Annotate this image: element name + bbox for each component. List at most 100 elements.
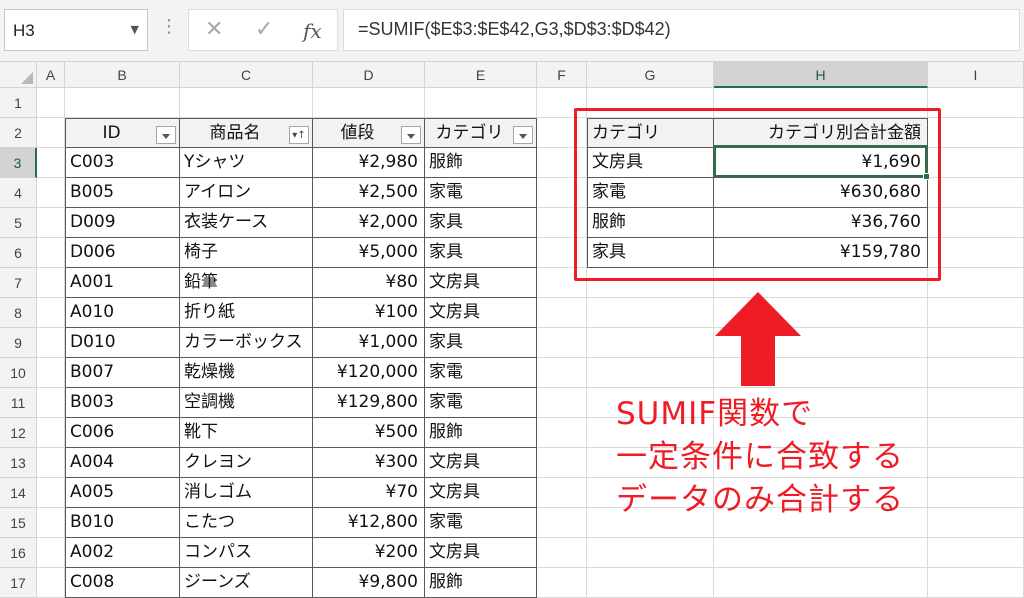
table-cell[interactable]: 文房具 [425, 268, 537, 298]
table-cell[interactable]: 文房具 [425, 448, 537, 478]
row-header-9[interactable]: 9 [0, 328, 37, 358]
grid-cell[interactable] [587, 298, 714, 328]
table-cell[interactable]: 衣装ケース [180, 208, 313, 238]
row-header-17[interactable]: 17 [0, 568, 37, 598]
table-cell[interactable]: 靴下 [180, 418, 313, 448]
grid-cell[interactable] [37, 208, 65, 238]
grid-cell[interactable] [714, 568, 928, 598]
row-header-13[interactable]: 13 [0, 448, 37, 478]
table-cell[interactable]: ¥12,800 [313, 508, 425, 538]
grid-cell[interactable] [37, 268, 65, 298]
table-cell[interactable]: B007 [65, 358, 180, 388]
column-header-i[interactable]: I [928, 62, 1024, 88]
grid-cell[interactable] [587, 358, 714, 388]
table-cell[interactable]: B010 [65, 508, 180, 538]
grid-cell[interactable] [928, 328, 1024, 358]
grid-cell[interactable] [65, 88, 180, 118]
filter-dropdown-icon[interactable] [156, 126, 176, 144]
row-header-4[interactable]: 4 [0, 178, 37, 208]
grid-cell[interactable] [37, 418, 65, 448]
table-cell[interactable]: ¥200 [313, 538, 425, 568]
grid-cell[interactable] [537, 568, 587, 598]
grid-cell[interactable] [37, 508, 65, 538]
grid-cell[interactable] [928, 568, 1024, 598]
column-header-c[interactable]: C [180, 62, 313, 88]
table-cell[interactable]: 家具 [425, 208, 537, 238]
grid-cell[interactable] [537, 298, 587, 328]
grid-cell[interactable] [537, 328, 587, 358]
grid-cell[interactable] [37, 478, 65, 508]
grid-cell[interactable] [37, 118, 65, 148]
table-cell[interactable]: ¥5,000 [313, 238, 425, 268]
column-header-g[interactable]: G [587, 62, 714, 88]
row-header-8[interactable]: 8 [0, 298, 37, 328]
grid-cell[interactable] [537, 478, 587, 508]
table-cell[interactable]: ジーンズ [180, 568, 313, 598]
column-header-d[interactable]: D [313, 62, 425, 88]
table-cell[interactable]: 服飾 [425, 568, 537, 598]
grid-cell[interactable] [37, 148, 65, 178]
table-cell[interactable]: ¥500 [313, 418, 425, 448]
grid-cell[interactable] [587, 538, 714, 568]
filter-dropdown-icon[interactable] [513, 126, 533, 144]
table-cell[interactable]: C003 [65, 148, 180, 178]
table-cell[interactable]: ¥129,800 [313, 388, 425, 418]
grid-cell[interactable] [37, 568, 65, 598]
grid-cell[interactable] [37, 538, 65, 568]
table-cell[interactable]: 乾燥機 [180, 358, 313, 388]
grid-cell[interactable] [714, 538, 928, 568]
grid-cell[interactable] [928, 178, 1024, 208]
grid-cell[interactable] [537, 448, 587, 478]
table-header-cell[interactable]: 値段 [313, 118, 425, 148]
table-cell[interactable]: ¥1,000 [313, 328, 425, 358]
select-all-corner[interactable] [0, 62, 37, 88]
table-cell[interactable]: クレヨン [180, 448, 313, 478]
table-cell[interactable]: C008 [65, 568, 180, 598]
table-cell[interactable]: 椅子 [180, 238, 313, 268]
grid-cell[interactable] [587, 568, 714, 598]
table-cell[interactable]: こたつ [180, 508, 313, 538]
name-box[interactable]: H3 ▼ [4, 9, 148, 51]
grid-cell[interactable] [37, 238, 65, 268]
row-header-14[interactable]: 14 [0, 478, 37, 508]
grid-cell[interactable] [313, 88, 425, 118]
grid-cell[interactable] [37, 328, 65, 358]
sort-filter-icon[interactable]: ▾↑ [289, 126, 309, 144]
row-header-6[interactable]: 6 [0, 238, 37, 268]
table-cell[interactable]: 折り紙 [180, 298, 313, 328]
table-cell[interactable]: 服飾 [425, 418, 537, 448]
table-header-cell[interactable]: カテゴリ [425, 118, 537, 148]
formula-input[interactable]: =SUMIF($E$3:$E$42,G3,$D$3:$D$42) [343, 9, 1020, 51]
table-cell[interactable]: アイロン [180, 178, 313, 208]
filter-dropdown-icon[interactable] [401, 126, 421, 144]
table-cell[interactable]: 文房具 [425, 478, 537, 508]
grid-cell[interactable] [928, 388, 1024, 418]
grid-cell[interactable] [928, 448, 1024, 478]
table-cell[interactable]: ¥100 [313, 298, 425, 328]
table-cell[interactable]: ¥9,800 [313, 568, 425, 598]
grid-cell[interactable] [587, 328, 714, 358]
row-header-3[interactable]: 3 [0, 148, 37, 178]
row-header-11[interactable]: 11 [0, 388, 37, 418]
table-cell[interactable]: A002 [65, 538, 180, 568]
grid-cell[interactable] [928, 358, 1024, 388]
grid-cell[interactable] [537, 508, 587, 538]
table-cell[interactable]: ¥300 [313, 448, 425, 478]
table-cell[interactable]: 消しゴム [180, 478, 313, 508]
column-header-h[interactable]: H [714, 62, 928, 88]
table-cell[interactable]: ¥70 [313, 478, 425, 508]
grid-cell[interactable] [537, 538, 587, 568]
row-header-2[interactable]: 2 [0, 118, 37, 148]
grid-cell[interactable] [928, 298, 1024, 328]
grid-cell[interactable] [928, 418, 1024, 448]
grid-cell[interactable] [37, 88, 65, 118]
row-header-5[interactable]: 5 [0, 208, 37, 238]
table-header-cell[interactable]: ID [65, 118, 180, 148]
grid-cell[interactable] [537, 388, 587, 418]
grid-cell[interactable] [928, 268, 1024, 298]
grid-cell[interactable] [537, 418, 587, 448]
table-cell[interactable]: C006 [65, 418, 180, 448]
insert-function-icon[interactable]: fx [303, 19, 322, 43]
table-cell[interactable]: 家電 [425, 358, 537, 388]
column-header-f[interactable]: F [537, 62, 587, 88]
